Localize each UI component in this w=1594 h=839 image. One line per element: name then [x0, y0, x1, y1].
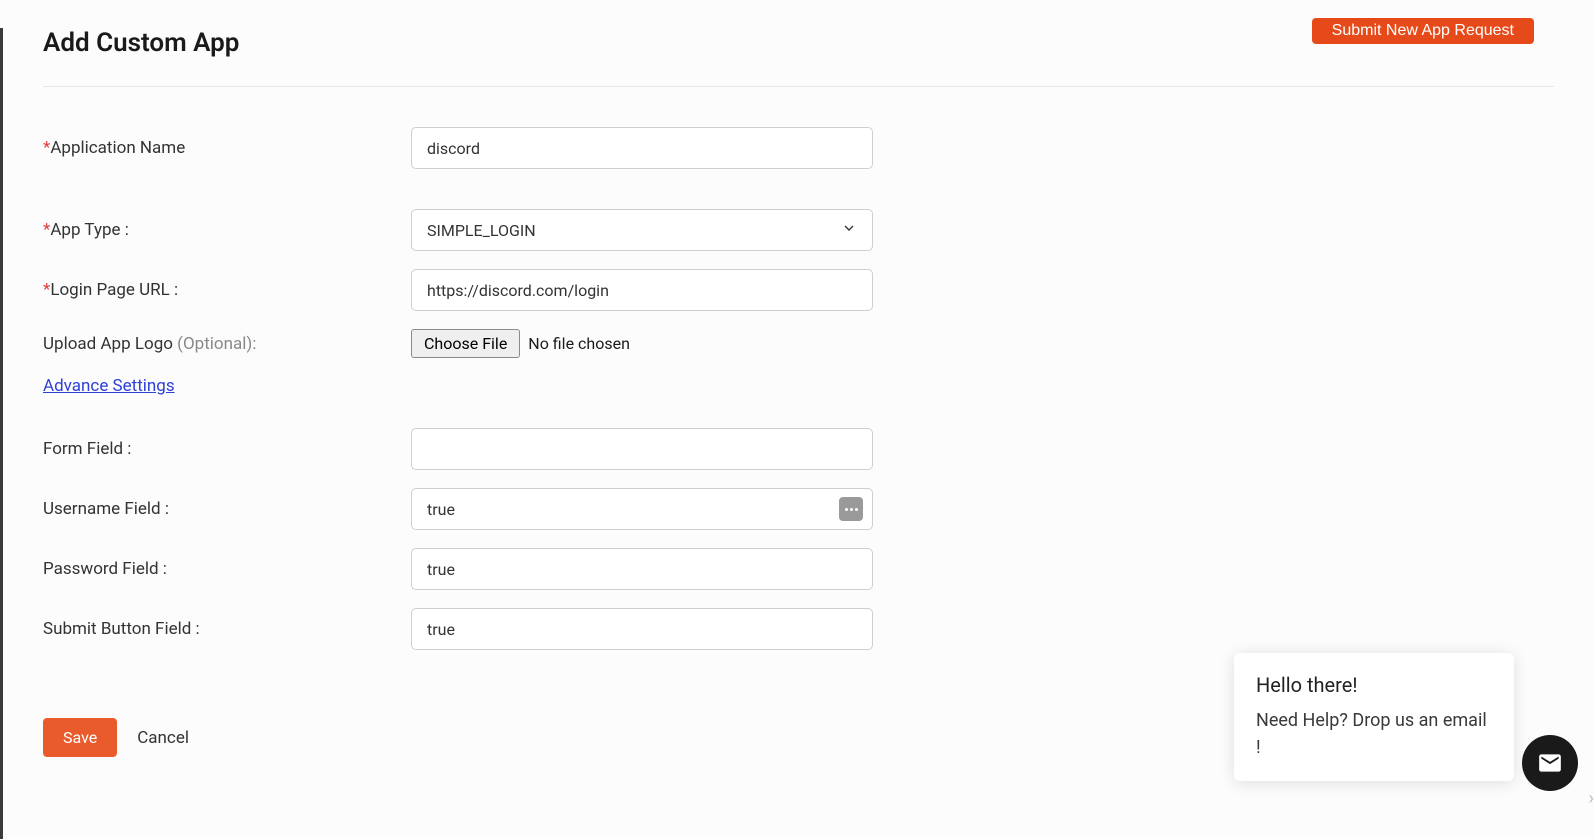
- chat-greeting: Hello there!: [1256, 673, 1492, 697]
- label-form-field: Form Field :: [43, 439, 411, 459]
- application-name-input[interactable]: [411, 127, 873, 169]
- label-username-field: Username Field :: [43, 499, 411, 519]
- chat-message: Need Help? Drop us an email !: [1256, 707, 1492, 761]
- mail-icon: [1537, 750, 1563, 776]
- label-password-field: Password Field :: [43, 559, 411, 579]
- help-chat-popup: Hello there! Need Help? Drop us an email…: [1234, 653, 1514, 781]
- form-field-input[interactable]: [411, 428, 873, 470]
- label-application-name: *Application Name: [43, 138, 411, 158]
- username-field-input[interactable]: [411, 488, 873, 530]
- chat-fab-button[interactable]: [1522, 735, 1578, 791]
- label-upload-logo: Upload App Logo (Optional):: [43, 334, 411, 354]
- more-options-icon[interactable]: [839, 497, 863, 521]
- divider: [43, 86, 1554, 87]
- choose-file-button[interactable]: Choose File: [411, 329, 520, 358]
- password-field-input[interactable]: [411, 548, 873, 590]
- label-submit-button-field: Submit Button Field :: [43, 619, 411, 639]
- app-type-select[interactable]: SIMPLE_LOGIN: [411, 209, 873, 251]
- submit-button-field-input[interactable]: [411, 608, 873, 650]
- login-page-url-input[interactable]: [411, 269, 873, 311]
- advance-settings-link[interactable]: Advance Settings: [43, 376, 175, 396]
- cancel-button[interactable]: Cancel: [137, 728, 189, 748]
- scroll-right-hint-icon: ›: [1589, 788, 1594, 809]
- submit-new-app-request-button[interactable]: Submit New App Request: [1312, 18, 1534, 44]
- label-app-type: *App Type :: [43, 220, 411, 240]
- file-chosen-status: No file chosen: [528, 334, 630, 353]
- save-button[interactable]: Save: [43, 718, 117, 757]
- label-login-url: *Login Page URL :: [43, 280, 411, 300]
